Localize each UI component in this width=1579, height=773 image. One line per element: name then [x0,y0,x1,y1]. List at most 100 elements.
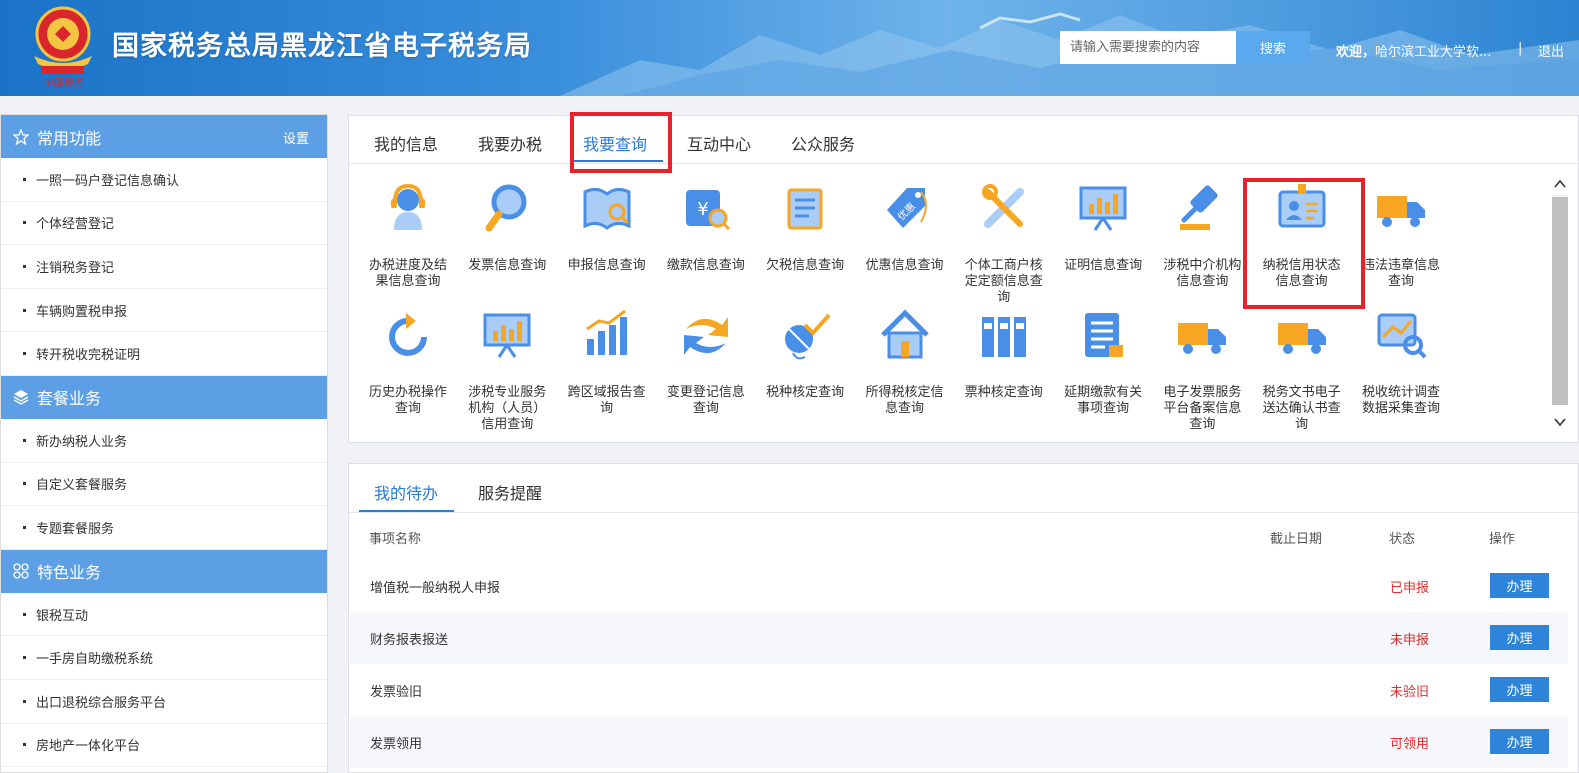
scroll-up-icon[interactable] [1552,177,1568,191]
row-status: 已申报 [1390,581,1430,596]
handle-button[interactable]: 办理 [1490,729,1549,754]
satellite-icon [785,313,831,360]
sidebar: 常用功能 设置 一照一码户登记信息确认 个体经营登记 注销税务登记 车辆购置税申… [0,114,328,773]
query-item[interactable]: ¥ 缴款信息查询 [661,180,751,274]
house-icon [880,309,929,359]
welcome-user[interactable]: 哈尔滨工业大学软... [1375,45,1491,60]
query-item[interactable]: 电子发票服务平台备案信息查询 [1157,307,1247,433]
exchange-arrows-icon [683,317,728,355]
query-item-label: 所得税核定信息查询 [865,385,944,416]
star-icon [13,128,29,145]
document-scroll-icon [787,188,823,230]
query-item-label: 证明信息查询 [1064,258,1143,273]
scroll-thumb[interactable] [1552,197,1568,405]
sidebar-item[interactable]: 新办纳税人业务 [1,419,327,463]
todo-panel: 我的待办 服务提醒 事项名称 截止日期 状态 操作 增值税一般纳税人申报 已申报… [348,463,1579,773]
sidebar-group-package[interactable]: 套餐业务 [1,375,327,419]
query-item[interactable]: 所得税核定信息查询 [860,307,950,417]
apps-icon [13,563,29,579]
row-status: 可领用 [1390,737,1430,752]
query-item-label: 延期缴款有关事项查询 [1064,385,1143,416]
query-item[interactable]: 税种核定查询 [760,307,850,401]
discount-tag-icon: 优惠 [886,188,927,228]
scroll-down-icon[interactable] [1552,415,1568,429]
query-item-label: 电子发票服务平台备案信息查询 [1163,385,1242,432]
query-item[interactable]: 优惠 优惠信息查询 [860,180,950,274]
tab-service-reminder[interactable]: 服务提醒 [478,480,542,504]
query-item[interactable]: 票种核定查询 [959,307,1049,401]
query-item[interactable]: 违法违章信息查询 [1356,180,1446,290]
table-row: 发票领用 可领用 办理 [350,716,1568,768]
query-item[interactable]: 个体工商户核定定额信息查询 [959,180,1049,306]
query-item[interactable]: 税收统计调查数据采集查询 [1356,307,1446,417]
query-item-label: 欠税信息查询 [766,258,845,273]
sidebar-item[interactable]: 转开税收完税证明 [1,332,327,376]
query-item[interactable]: 跨区域报告查询 [562,307,652,417]
sidebar-item[interactable]: 房地产一体化平台 [1,724,327,768]
todo-tabs: 我的待办 服务提醒 [349,464,1578,513]
query-item-label: 涉税专业服务机构（人员）信用查询 [468,385,547,432]
query-item[interactable]: 发票信息查询 [462,180,552,274]
search-button[interactable]: 搜索 [1236,31,1310,64]
query-item-label: 跨区域报告查询 [567,385,646,416]
handle-button[interactable]: 办理 [1490,573,1549,598]
sidebar-item[interactable]: 专题套餐服务 [1,506,327,550]
sidebar-group-title: 常用功能 [37,128,102,148]
query-item[interactable]: 税务文书电子送达确认书查询 [1257,307,1347,433]
search-input[interactable] [1060,31,1236,64]
settings-link[interactable]: 设置 [283,128,309,147]
sidebar-group-common[interactable]: 常用功能 设置 [1,115,327,158]
presentation-chart-icon [483,313,531,358]
svg-text:中国税务: 中国税务 [43,77,84,89]
query-item[interactable]: 申报信息查询 [562,180,652,274]
gavel-icon [1180,185,1218,230]
query-item-label: 票种核定查询 [964,385,1043,400]
query-item-label: 个体工商户核定定额信息查询 [964,258,1043,305]
column-header-name: 事项名称 [369,532,422,547]
site-header: 中国税务 国家税务总局黑龙江省电子税务局 搜索 欢迎，哈尔滨工业大学软... |… [0,0,1579,96]
handle-button[interactable]: 办理 [1490,677,1549,702]
query-item[interactable]: 欠税信息查询 [760,180,850,274]
query-item[interactable]: 证明信息查询 [1058,180,1148,274]
query-item[interactable]: 涉税中介机构信息查询 [1157,180,1247,290]
sidebar-group-title: 套餐业务 [37,389,102,409]
sidebar-item[interactable]: 个体经营登记 [1,202,327,246]
query-item[interactable]: 变更登记信息查询 [661,307,751,417]
query-item[interactable]: 办税进度及结果信息查询 [363,180,453,290]
tab-interaction[interactable]: 互动中心 [687,131,751,155]
sidebar-item[interactable]: 注销税务登记 [1,245,327,289]
truck-icon [1377,196,1425,227]
truck-icon [1178,323,1227,354]
query-item-label: 办税进度及结果信息查询 [368,258,447,289]
sidebar-item[interactable]: 一手房自助缴税系统 [1,636,327,680]
query-item[interactable]: 涉税专业服务机构（人员）信用查询 [462,307,552,433]
logout-link[interactable]: 退出 [1538,41,1564,60]
tab-my-todo[interactable]: 我的待办 [374,480,438,504]
query-scrollbar[interactable] [1552,175,1568,433]
tab-my-info[interactable]: 我的信息 [374,131,438,155]
handle-button[interactable]: 办理 [1490,625,1549,650]
refresh-icon [389,313,427,356]
tools-icon [981,184,1024,228]
sidebar-group-featured[interactable]: 特色业务 [1,549,327,593]
active-tab-underline [359,510,454,512]
tab-public-service[interactable]: 公众服务 [791,131,855,155]
query-panel: 我的信息 我要办税 我要查询 互动中心 公众服务 办税进度及结果信息查询 发票信息… [348,115,1579,443]
query-item[interactable]: 历史办税操作查询 [363,307,453,417]
chart-search-icon [1377,313,1427,359]
presentation-chart-icon [1079,186,1127,231]
bar-chart-icon [585,309,627,355]
row-status: 未申报 [1390,633,1430,648]
query-item-label: 税收统计调查数据采集查询 [1361,385,1440,416]
row-status: 未验旧 [1390,685,1430,700]
query-item[interactable]: 延期缴款有关事项查询 [1058,307,1148,417]
header-separator: | [1518,41,1523,56]
sidebar-item[interactable]: 车辆购置税申报 [1,289,327,333]
sidebar-item[interactable]: 银税互动 [1,593,327,637]
sidebar-item[interactable]: 出口退税综合服务平台 [1,680,327,724]
query-item-label: 缴款信息查询 [666,258,745,273]
document-list-icon [1085,313,1124,357]
sidebar-item[interactable]: 一照一码户登记信息确认 [1,158,327,202]
tab-do-tax[interactable]: 我要办税 [478,131,542,155]
sidebar-item[interactable]: 自定义套餐服务 [1,463,327,507]
